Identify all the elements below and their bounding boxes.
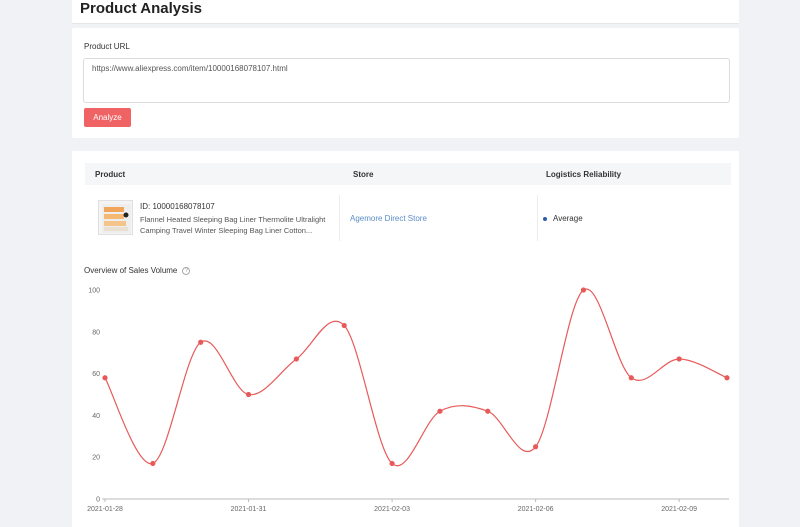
- data-point: [341, 322, 347, 329]
- y-tick-label: 80: [92, 329, 100, 336]
- x-tick-label: 2021-01-31: [231, 506, 267, 513]
- sales-volume-chart: 0 20 40 60 80 100 2021-01-28 2021-01-31 2021-02-…: [87, 287, 730, 513]
- x-tick-label: 2021-02-09: [661, 506, 697, 513]
- page-title: Product Analysis: [80, 0, 202, 17]
- y-tick-label: 60: [92, 371, 100, 378]
- data-point: [293, 356, 299, 362]
- data-point: [724, 375, 730, 381]
- y-tick-label: 0: [96, 497, 100, 504]
- data-point: [628, 375, 634, 381]
- data-point: [485, 408, 491, 414]
- y-tick-label: 40: [92, 413, 100, 420]
- y-tick-label: 100: [88, 288, 100, 295]
- y-tick-label: 20: [92, 455, 100, 462]
- data-point: [198, 339, 204, 345]
- data-point: [580, 287, 587, 293]
- x-tick-label: 2021-02-03: [374, 506, 410, 513]
- data-point: [245, 391, 252, 398]
- analysis-card: Product Store Logistics Reliability ID: …: [72, 151, 739, 527]
- data-point: [533, 444, 539, 450]
- url-input[interactable]: https://www.aliexpress.com/item/10000168…: [83, 58, 730, 103]
- page: Product Analysis Product URL https://www…: [0, 0, 800, 527]
- data-point: [437, 408, 443, 414]
- data-point: [676, 356, 682, 362]
- data-point: [102, 375, 108, 381]
- data-point: [150, 460, 156, 467]
- x-tick-label: 2021-02-06: [518, 506, 554, 513]
- analyze-button[interactable]: Analyze: [84, 108, 131, 127]
- x-tick-label: 2021-01-28: [87, 506, 123, 513]
- url-form-card: Product URL https://www.aliexpress.com/i…: [72, 28, 739, 138]
- data-point: [389, 460, 395, 467]
- url-label: Product URL: [84, 42, 130, 51]
